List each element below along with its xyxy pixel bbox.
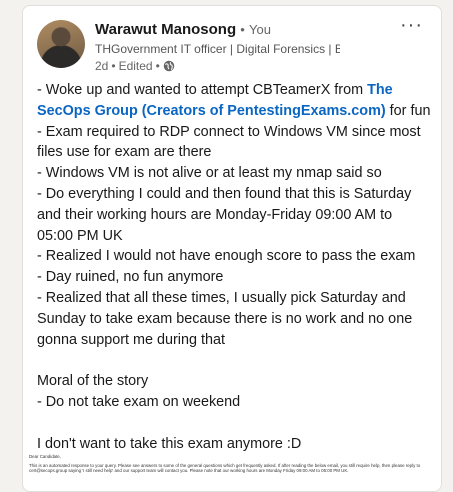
post-line: - Do everything I could and then found t… bbox=[37, 185, 412, 244]
post-meta: 2d • Edited • bbox=[95, 59, 175, 73]
post-line: - Woke up and wanted to attempt CBTeamer… bbox=[37, 80, 431, 122]
email-greeting: Dear Candidate, bbox=[29, 454, 61, 459]
author-name[interactable]: Warawut Manosong bbox=[95, 21, 236, 38]
intro-suffix: for fun bbox=[385, 102, 431, 119]
author-line: Warawut Manosong • You bbox=[95, 21, 271, 38]
meta-separator: • bbox=[111, 59, 116, 73]
post-line: - Realized I would not have enough score… bbox=[37, 248, 416, 265]
post-line: - Windows VM is not alive or at least my… bbox=[37, 165, 382, 182]
you-label: You bbox=[249, 22, 271, 37]
intro-text: - Woke up and wanted to attempt CBTeamer… bbox=[37, 82, 368, 98]
name-separator: • bbox=[240, 22, 245, 37]
moral-line: - Do not take exam on weekend bbox=[37, 393, 241, 410]
post-time: 2d bbox=[95, 59, 109, 73]
post-line: - Exam required to RDP connect to Window… bbox=[37, 123, 421, 161]
post-line: - Day ruined, no fun anymore bbox=[37, 269, 224, 286]
closing-line: I don't want to take this exam anymore :… bbox=[37, 435, 302, 452]
moral-title: Moral of the story bbox=[37, 373, 149, 390]
email-screenshot[interactable]: Dear Candidate, This is an automated res… bbox=[29, 454, 435, 477]
email-body: This is an automated response to your qu… bbox=[29, 462, 421, 474]
more-options-button[interactable]: ··· bbox=[400, 14, 423, 37]
author-headline: THGovernment IT officer | Digital Forens… bbox=[95, 42, 340, 56]
edited-label: Edited bbox=[118, 59, 153, 73]
meta-separator-2: • bbox=[155, 59, 160, 73]
post-line: - Realized that all these times, I usual… bbox=[37, 289, 413, 348]
globe-icon bbox=[163, 60, 175, 72]
author-avatar[interactable] bbox=[37, 20, 85, 68]
post-body: - Woke up and wanted to attempt CBTeamer… bbox=[37, 80, 431, 454]
post-card: Warawut Manosong • You THGovernment IT o… bbox=[22, 5, 442, 492]
